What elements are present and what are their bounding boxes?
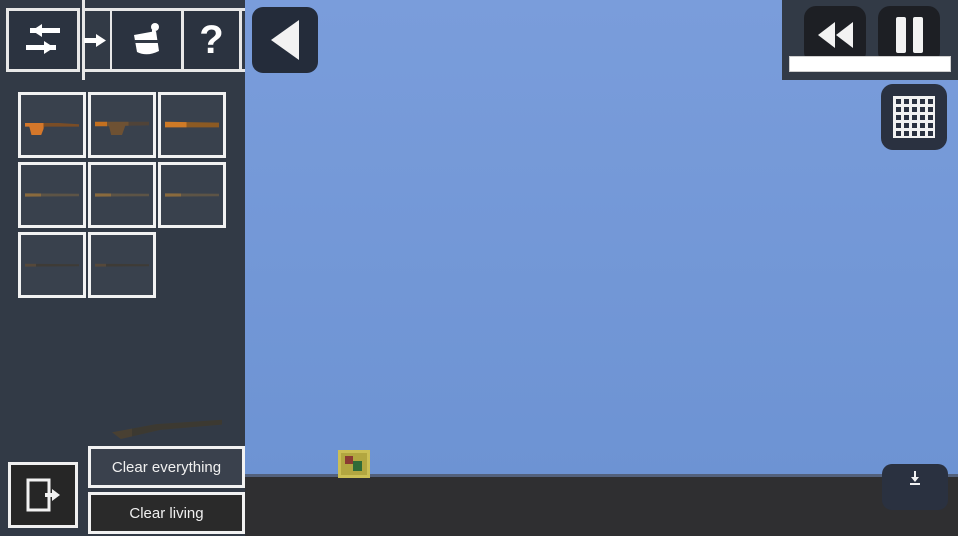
exit-door-icon bbox=[26, 478, 60, 512]
collapse-panel-button[interactable] bbox=[252, 7, 318, 73]
weapon-slot-shotgun-long[interactable] bbox=[18, 232, 86, 298]
clear-living-button[interactable]: Clear living bbox=[88, 492, 245, 534]
clear-actions: Clear everything Clear living bbox=[88, 446, 245, 534]
sidebar-toolbar: ? bbox=[0, 0, 245, 80]
speed-slider[interactable] bbox=[789, 56, 951, 72]
weapon-sprite-sniper-rifle bbox=[165, 193, 219, 197]
weapon-grid[interactable] bbox=[18, 92, 228, 302]
clear-everything-button[interactable]: Clear everything bbox=[88, 446, 245, 488]
weapon-slot-smg[interactable] bbox=[88, 92, 156, 158]
rewind-icon bbox=[817, 22, 853, 48]
weapon-slot-pistol[interactable] bbox=[18, 92, 86, 158]
weapon-preview-sprite bbox=[112, 419, 222, 439]
weapon-sprite-smg bbox=[95, 121, 149, 135]
exit-button[interactable] bbox=[8, 462, 78, 528]
weapon-slot-carbine[interactable] bbox=[88, 232, 156, 298]
swap-button[interactable] bbox=[6, 8, 80, 72]
weapon-slot-sawed-off[interactable] bbox=[158, 92, 226, 158]
question-mark-icon: ? bbox=[199, 18, 224, 62]
arrow-right-icon bbox=[84, 34, 106, 47]
weapon-sprite-carbine bbox=[95, 263, 149, 267]
download-button[interactable] bbox=[882, 464, 948, 510]
insert-arrow-button[interactable] bbox=[84, 8, 108, 72]
spawned-crate[interactable] bbox=[338, 450, 370, 478]
weapon-slot-assault-rifle[interactable] bbox=[88, 162, 156, 228]
paint-bucket-icon bbox=[133, 23, 159, 55]
weapon-sprite-light-rifle bbox=[25, 193, 79, 197]
weapon-sprite-shotgun-long bbox=[25, 263, 79, 267]
grid-icon bbox=[893, 96, 935, 138]
weapon-sprite-pistol bbox=[25, 123, 79, 135]
weapon-sprite-sawed-off bbox=[165, 121, 219, 128]
crate-detail-green bbox=[353, 461, 362, 471]
help-button[interactable]: ? bbox=[184, 8, 242, 72]
left-sidebar: ? Clear everything Clear living bbox=[0, 0, 245, 536]
crate-detail-red bbox=[345, 456, 353, 464]
pause-icon bbox=[895, 17, 923, 53]
download-icon bbox=[910, 471, 920, 485]
weapon-slot-sniper-rifle[interactable] bbox=[158, 162, 226, 228]
weapon-slot-light-rifle[interactable] bbox=[18, 162, 86, 228]
playback-panel bbox=[782, 0, 958, 80]
weapon-sprite-assault-rifle bbox=[95, 193, 149, 197]
swap-arrows-icon bbox=[26, 24, 60, 54]
grid-toggle-button[interactable] bbox=[881, 84, 947, 150]
paint-bucket-button[interactable] bbox=[112, 8, 184, 72]
triangle-left-icon bbox=[271, 20, 299, 60]
